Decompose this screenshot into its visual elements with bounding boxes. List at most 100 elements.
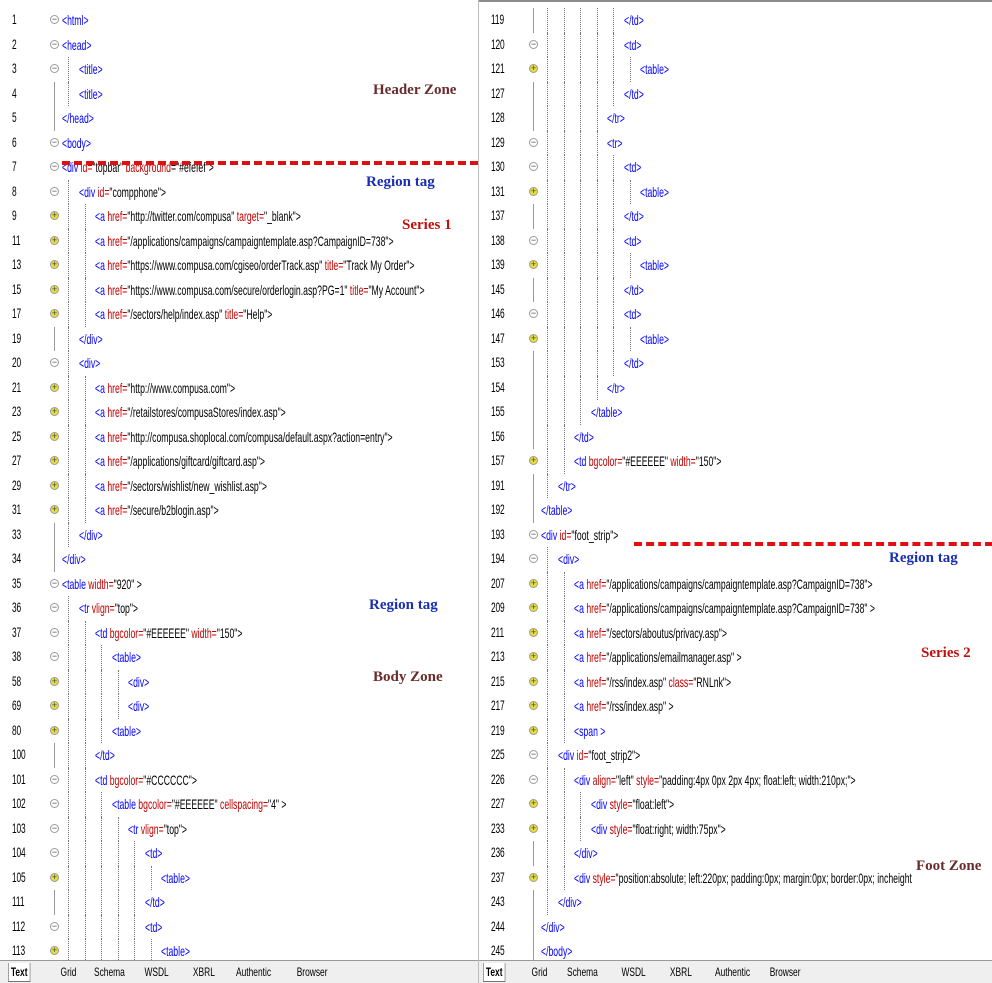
- tab-grid[interactable]: Grid: [58, 963, 79, 981]
- code-line[interactable]: 129 − <tr>: [479, 130, 992, 155]
- code-text[interactable]: <td bgcolor="#EEEEEE" width="150">: [95, 625, 242, 641]
- code-line[interactable]: 211 + <a href="/sectors/aboutus/privacy.as…: [479, 620, 992, 645]
- fold-expand-icon[interactable]: +: [50, 480, 59, 490]
- code-text[interactable]: <a href="/retailstores/compusaStores/ind…: [95, 404, 286, 420]
- fold-expand-icon[interactable]: +: [50, 407, 59, 416]
- fold-expand-icon[interactable]: +: [529, 456, 538, 465]
- code-text[interactable]: <td>: [624, 37, 641, 53]
- code-line[interactable]: 37 − <td bgcolor="#EEEEEE" width="150">: [0, 620, 478, 645]
- tab-wsdl[interactable]: WSDL: [621, 963, 646, 981]
- code-text[interactable]: </div>: [574, 845, 598, 861]
- fold-expand-icon[interactable]: +: [529, 676, 538, 686]
- fold-collapse-icon[interactable]: −: [50, 823, 59, 833]
- fold-expand-icon[interactable]: +: [50, 382, 59, 392]
- fold-collapse-icon[interactable]: −: [529, 162, 538, 171]
- code-line[interactable]: 130 − <td>: [479, 155, 992, 180]
- code-line[interactable]: 15 + <a href="https://www.compusa.com/secu…: [0, 277, 478, 302]
- code-line[interactable]: 104 − <td>: [0, 841, 478, 866]
- tab-grid[interactable]: Grid: [529, 963, 550, 981]
- code-text[interactable]: <td>: [624, 233, 641, 249]
- code-line[interactable]: 19 </div>: [0, 326, 478, 351]
- code-line[interactable]: 112 − <td>: [0, 914, 478, 939]
- code-text[interactable]: <a href="/secure/b2blogin.asp">: [95, 502, 219, 518]
- fold-expand-icon[interactable]: +: [50, 505, 59, 514]
- code-lines-left[interactable]: 1− <html> 2− <head> 3− <title> 4 <title> 5 </head…: [0, 8, 478, 964]
- code-text[interactable]: <a href="/applications/campaigns/campaig…: [95, 233, 394, 249]
- code-line[interactable]: 21 + <a href="http://www.compusa.com">: [0, 375, 478, 400]
- code-text[interactable]: <a href="/applications/emailmanager.asp"…: [574, 649, 742, 665]
- code-line[interactable]: 100 </td>: [0, 743, 478, 768]
- code-text[interactable]: <div id="compphone">: [79, 184, 166, 200]
- code-text[interactable]: <title>: [79, 61, 103, 77]
- fold-expand-icon[interactable]: +: [50, 701, 59, 710]
- code-line[interactable]: 1 − <html>: [0, 8, 478, 33]
- code-line[interactable]: 127 </td>: [479, 81, 992, 106]
- tab-browser[interactable]: Browser: [296, 963, 328, 981]
- code-line[interactable]: 111 </td>: [0, 890, 478, 915]
- code-text[interactable]: <a href="/applications/campaigns/campaig…: [574, 576, 873, 592]
- fold-expand-icon[interactable]: +: [50, 946, 59, 955]
- code-line[interactable]: 157 + <td bgcolor="#EEEEEE" width="150">: [479, 449, 992, 474]
- fold-expand-icon[interactable]: +: [529, 652, 538, 661]
- code-text[interactable]: </table>: [541, 502, 572, 518]
- fold-collapse-icon[interactable]: −: [50, 627, 59, 637]
- code-text[interactable]: </td>: [145, 894, 165, 910]
- code-text[interactable]: </body>: [541, 943, 572, 959]
- fold-collapse-icon[interactable]: −: [50, 774, 59, 784]
- code-text[interactable]: </td>: [624, 282, 644, 298]
- code-text[interactable]: </div>: [79, 527, 103, 543]
- code-text[interactable]: <a href="http://compusa.shoplocal.com/co…: [95, 429, 393, 445]
- fold-expand-icon[interactable]: +: [529, 872, 538, 882]
- fold-expand-icon[interactable]: +: [529, 603, 538, 612]
- fold-expand-icon[interactable]: +: [529, 701, 538, 710]
- code-line[interactable]: 13 + <a href="https://www.compusa.com/cgis…: [0, 253, 478, 278]
- tab-authentic[interactable]: Authentic: [715, 963, 750, 981]
- code-text[interactable]: <div align="left" style="padding:4px 0px…: [574, 772, 856, 788]
- code-line[interactable]: 102 − <table bgcolor="#EEEEEE" cellspacing…: [0, 792, 478, 817]
- fold-expand-icon[interactable]: +: [529, 333, 538, 343]
- code-line[interactable]: 2 − <head>: [0, 33, 478, 58]
- code-text[interactable]: <a href="/applications/campaigns/campaig…: [574, 600, 875, 616]
- code-text[interactable]: <head>: [62, 37, 91, 53]
- fold-expand-icon[interactable]: +: [50, 211, 59, 220]
- code-line[interactable]: 34 </div>: [0, 547, 478, 572]
- code-text[interactable]: </tr>: [607, 110, 625, 126]
- fold-expand-icon[interactable]: +: [50, 872, 59, 882]
- code-line[interactable]: 80 + <table>: [0, 718, 478, 743]
- code-text[interactable]: <table>: [161, 943, 190, 959]
- code-line[interactable]: 121 + <table>: [479, 57, 992, 82]
- code-line[interactable]: 103 − <tr vlign="top">: [0, 816, 478, 841]
- code-line[interactable]: 233 + <div style="float:right; width:75px"…: [479, 816, 992, 841]
- code-line[interactable]: 3 − <title>: [0, 57, 478, 82]
- fold-expand-icon[interactable]: +: [50, 725, 59, 735]
- fold-expand-icon[interactable]: +: [50, 284, 59, 294]
- code-text[interactable]: <div style="position:absolute; left:220p…: [574, 870, 912, 886]
- code-lines-right[interactable]: 119 </td> 120 − <td> 121 + <table> 127 </td> 128 </…: [479, 8, 992, 964]
- code-line[interactable]: 217 + <a href="/rss/index.asp" >: [479, 694, 992, 719]
- fold-collapse-icon[interactable]: −: [529, 137, 538, 147]
- code-line[interactable]: 138 − <td>: [479, 228, 992, 253]
- code-text[interactable]: <table>: [640, 331, 669, 347]
- code-text[interactable]: <div>: [558, 551, 579, 567]
- code-text[interactable]: <a href="https://www.compusa.com/secure/…: [95, 282, 425, 298]
- code-text[interactable]: <table>: [640, 184, 669, 200]
- code-text[interactable]: <td>: [145, 845, 162, 861]
- fold-collapse-icon[interactable]: −: [50, 799, 59, 808]
- code-line[interactable]: 227 + <div style="float:left">: [479, 792, 992, 817]
- fold-collapse-icon[interactable]: −: [529, 309, 538, 318]
- fold-expand-icon[interactable]: +: [50, 309, 59, 318]
- code-text[interactable]: <div>: [128, 674, 149, 690]
- code-text[interactable]: <span >: [574, 723, 605, 739]
- code-line[interactable]: 38 − <table>: [0, 645, 478, 670]
- code-text[interactable]: <table>: [640, 257, 669, 273]
- code-text[interactable]: <td bgcolor="#EEEEEE" width="150">: [574, 453, 721, 469]
- code-line[interactable]: 20 − <div>: [0, 351, 478, 376]
- fold-collapse-icon[interactable]: −: [50, 15, 59, 24]
- code-line[interactable]: 145 </td>: [479, 277, 992, 302]
- code-line[interactable]: 215 + <a href="/rss/index.asp" class="RNLn…: [479, 669, 992, 694]
- code-text[interactable]: <table bgcolor="#EEEEEE" cellspacing="4"…: [112, 796, 286, 812]
- code-text[interactable]: <div id="foot_strip2">: [558, 747, 640, 763]
- code-text[interactable]: <table width="920" >: [62, 576, 142, 592]
- fold-collapse-icon[interactable]: −: [50, 358, 59, 367]
- fold-collapse-icon[interactable]: −: [529, 774, 538, 784]
